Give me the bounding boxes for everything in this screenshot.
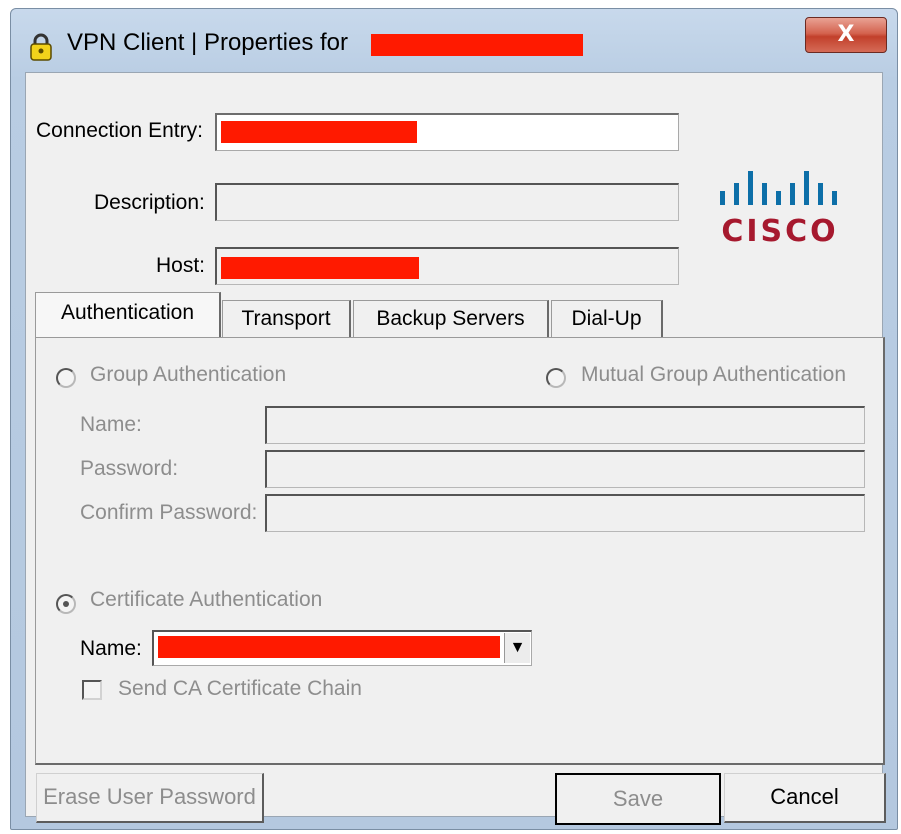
certificate-auth-radio[interactable] <box>56 594 76 614</box>
host-label: Host: <box>156 254 206 277</box>
certificate-auth-label: Certificate Authentication <box>90 588 323 611</box>
host-input[interactable] <box>215 247 679 285</box>
group-auth-radio[interactable] <box>56 368 76 388</box>
group-name-label: Name: <box>80 413 142 436</box>
erase-user-password-button[interactable]: Erase User Password <box>36 773 264 823</box>
group-name-input[interactable] <box>265 406 865 444</box>
confirm-password-label: Confirm Password: <box>80 501 258 524</box>
send-ca-chain-checkbox[interactable] <box>82 680 102 700</box>
certificate-name-select[interactable]: ▼ <box>152 630 532 666</box>
redacted-host <box>221 257 419 279</box>
vpn-properties-dialog: VPN Client | Properties for X Connection… <box>10 8 898 830</box>
confirm-password-input[interactable] <box>265 494 865 532</box>
close-button[interactable]: X <box>805 17 887 53</box>
tab-authentication[interactable]: Authentication <box>35 292 221 337</box>
mutual-group-auth-radio[interactable] <box>546 368 566 388</box>
password-label: Password: <box>80 457 179 480</box>
dialog-body: Connection Entry: Description: Host: CIS… <box>25 72 886 825</box>
cisco-bars-icon <box>720 171 837 205</box>
cisco-logo: CISCO <box>720 171 838 243</box>
redacted-connection-entry <box>221 121 417 143</box>
tab-transport[interactable]: Transport <box>222 300 351 338</box>
redacted-certificate-name <box>158 636 500 658</box>
radio-selected-dot <box>63 601 69 607</box>
description-label: Description: <box>94 191 205 214</box>
lock-icon <box>30 33 52 61</box>
group-auth-label: Group Authentication <box>90 363 287 386</box>
save-button[interactable]: Save <box>555 773 721 825</box>
description-input[interactable] <box>215 183 679 221</box>
password-input[interactable] <box>265 450 865 488</box>
authentication-tab-panel: Group Authentication Mutual Group Authen… <box>35 337 885 765</box>
title-bar: VPN Client | Properties for X <box>11 9 897 71</box>
mutual-group-auth-label: Mutual Group Authentication <box>581 363 847 386</box>
cancel-button[interactable]: Cancel <box>724 773 886 823</box>
cisco-logo-text: CISCO <box>721 214 838 243</box>
tab-dial-up[interactable]: Dial-Up <box>551 300 663 338</box>
tab-backup-servers[interactable]: Backup Servers <box>353 300 549 338</box>
connection-entry-label: Connection Entry: <box>36 119 203 142</box>
certificate-name-label: Name: <box>80 637 142 660</box>
send-ca-chain-label: Send CA Certificate Chain <box>118 677 362 700</box>
redacted-title-name <box>371 34 583 56</box>
connection-entry-input[interactable] <box>215 113 679 151</box>
window-title: VPN Client | Properties for <box>67 29 349 56</box>
chevron-down-icon[interactable]: ▼ <box>504 633 530 663</box>
